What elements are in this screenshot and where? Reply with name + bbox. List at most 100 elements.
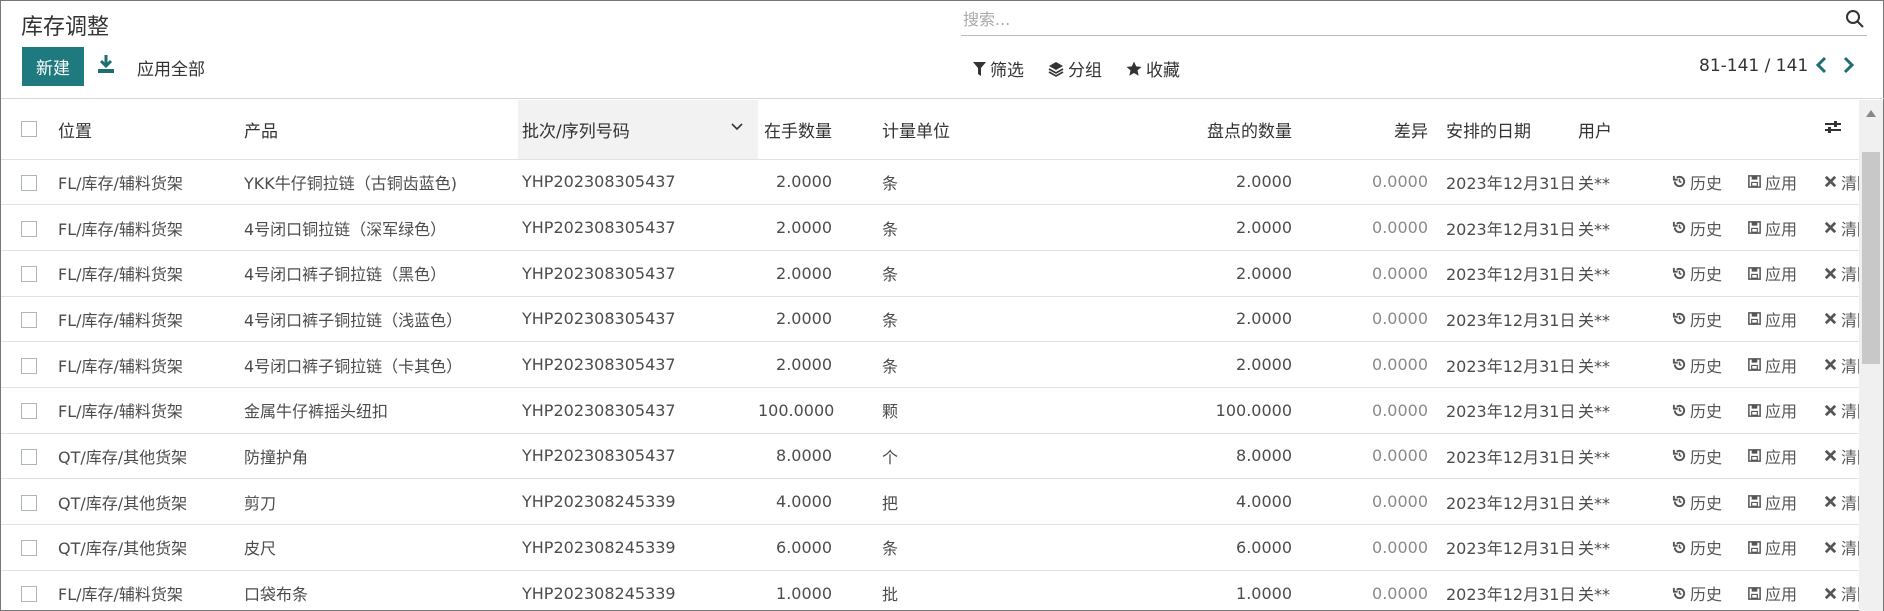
cell-lot[interactable]: YHP202308305437: [518, 159, 758, 206]
apply-all-button[interactable]: 应用全部: [137, 55, 205, 80]
row-checkbox[interactable]: [21, 311, 37, 328]
cell-location[interactable]: QT/库存/其他货架: [58, 478, 244, 525]
cell-product[interactable]: 皮尺: [244, 524, 518, 571]
history-button[interactable]: 历史: [1672, 581, 1722, 605]
cell-counted[interactable]: 8.0000: [1138, 433, 1298, 480]
cell-counted[interactable]: 2.0000: [1138, 296, 1298, 343]
cell-product[interactable]: 防撞护角: [244, 433, 518, 480]
cell-product[interactable]: 金属牛仔裤摇头纽扣: [244, 387, 518, 434]
scroll-up-icon[interactable]: [1865, 108, 1877, 118]
history-button[interactable]: 历史: [1672, 216, 1722, 240]
table-row[interactable]: FL/库存/辅料货架 4号闭口裤子铜拉链（浅蓝色） YHP202308305437 2…: [1, 296, 1859, 343]
cell-product[interactable]: 4号闭口铜拉链（深军绿色）: [244, 204, 518, 251]
cell-location[interactable]: FL/库存/辅料货架: [58, 341, 244, 388]
clear-button[interactable]: 清除: [1823, 490, 1859, 514]
table-row[interactable]: FL/库存/辅料货架 YKK牛仔铜拉链（古铜齿蓝色) YHP202308305437…: [1, 159, 1859, 206]
apply-button[interactable]: 应用: [1747, 581, 1797, 605]
cell-lot[interactable]: YHP202308305437: [518, 296, 758, 343]
cell-location[interactable]: QT/库存/其他货架: [58, 524, 244, 571]
clear-button[interactable]: 清除: [1823, 170, 1859, 194]
row-checkbox[interactable]: [21, 220, 37, 237]
favorites-toggle[interactable]: 收藏: [1126, 56, 1180, 81]
table-row[interactable]: FL/库存/辅料货架 金属牛仔裤摇头纽扣 YHP202308305437 100.00…: [1, 387, 1859, 434]
row-checkbox[interactable]: [21, 586, 37, 603]
cell-lot[interactable]: YHP202308305437: [518, 341, 758, 388]
apply-button[interactable]: 应用: [1747, 261, 1797, 285]
clear-button[interactable]: 清除: [1823, 216, 1859, 240]
col-on-hand[interactable]: 在手数量: [758, 100, 838, 160]
history-button[interactable]: 历史: [1672, 490, 1722, 514]
table-row[interactable]: FL/库存/辅料货架 口袋布条 YHP202308245339 1.0000 批 1.00…: [1, 570, 1859, 611]
col-diff[interactable]: 差异: [1298, 100, 1428, 160]
clear-button[interactable]: 清除: [1823, 398, 1859, 422]
group-by-toggle[interactable]: 分组: [1048, 56, 1102, 81]
cell-location[interactable]: FL/库存/辅料货架: [58, 204, 244, 251]
table-row[interactable]: QT/库存/其他货架 防撞护角 YHP202308305437 8.0000 个 8.00…: [1, 433, 1859, 480]
cell-location[interactable]: FL/库存/辅料货架: [58, 250, 244, 297]
col-date[interactable]: 安排的日期: [1428, 100, 1578, 160]
select-all-checkbox[interactable]: [21, 121, 37, 138]
cell-lot[interactable]: YHP202308245339: [518, 524, 758, 571]
table-row[interactable]: QT/库存/其他货架 皮尺 YHP202308245339 6.0000 条 6.0000…: [1, 524, 1859, 571]
col-lot[interactable]: 批次/序列号码: [518, 100, 758, 160]
cell-lot[interactable]: YHP202308305437: [518, 204, 758, 251]
clear-button[interactable]: 清除: [1823, 581, 1859, 605]
col-uom[interactable]: 计量单位: [838, 100, 1138, 160]
col-counted[interactable]: 盘点的数量: [1138, 100, 1298, 160]
table-row[interactable]: FL/库存/辅料货架 4号闭口铜拉链（深军绿色） YHP202308305437 2.…: [1, 204, 1859, 251]
history-button[interactable]: 历史: [1672, 307, 1722, 331]
search-icon[interactable]: [1845, 9, 1865, 29]
col-product[interactable]: 产品: [244, 100, 518, 160]
row-checkbox[interactable]: [21, 357, 37, 374]
chevron-right-icon[interactable]: [1839, 55, 1857, 75]
clear-button[interactable]: 清除: [1823, 353, 1859, 377]
row-checkbox[interactable]: [21, 540, 37, 557]
cell-lot[interactable]: YHP202308305437: [518, 387, 758, 434]
cell-counted[interactable]: 2.0000: [1138, 250, 1298, 297]
history-button[interactable]: 历史: [1672, 444, 1722, 468]
cell-counted[interactable]: 1.0000: [1138, 570, 1298, 611]
filter-toggle[interactable]: 筛选: [973, 56, 1024, 81]
history-button[interactable]: 历史: [1672, 353, 1722, 377]
cell-counted[interactable]: 4.0000: [1138, 478, 1298, 525]
clear-button[interactable]: 清除: [1823, 535, 1859, 559]
apply-button[interactable]: 应用: [1747, 444, 1797, 468]
cell-product[interactable]: 口袋布条: [244, 570, 518, 611]
table-row[interactable]: QT/库存/其他货架 剪刀 YHP202308245339 4.0000 把 4.0000…: [1, 478, 1859, 525]
download-icon[interactable]: [95, 53, 117, 75]
clear-button[interactable]: 清除: [1823, 307, 1859, 331]
cell-lot[interactable]: YHP202308305437: [518, 250, 758, 297]
cell-counted[interactable]: 2.0000: [1138, 204, 1298, 251]
row-checkbox[interactable]: [21, 403, 37, 420]
clear-button[interactable]: 清除: [1823, 261, 1859, 285]
history-button[interactable]: 历史: [1672, 261, 1722, 285]
clear-button[interactable]: 清除: [1823, 444, 1859, 468]
cell-product[interactable]: 4号闭口裤子铜拉链（浅蓝色）: [244, 296, 518, 343]
pager-value[interactable]: 81-141 / 141: [1699, 56, 1808, 76]
row-checkbox[interactable]: [21, 448, 37, 465]
new-button[interactable]: 新建: [22, 47, 84, 86]
apply-button[interactable]: 应用: [1747, 216, 1797, 240]
cell-lot[interactable]: YHP202308245339: [518, 478, 758, 525]
row-checkbox[interactable]: [21, 174, 37, 191]
scroll-thumb[interactable]: [1862, 152, 1880, 364]
cell-location[interactable]: QT/库存/其他货架: [58, 433, 244, 480]
apply-button[interactable]: 应用: [1747, 490, 1797, 514]
table-row[interactable]: FL/库存/辅料货架 4号闭口裤子铜拉链（黑色） YHP202308305437 2.…: [1, 250, 1859, 297]
cell-lot[interactable]: YHP202308305437: [518, 433, 758, 480]
history-button[interactable]: 历史: [1672, 398, 1722, 422]
table-row[interactable]: FL/库存/辅料货架 4号闭口裤子铜拉链（卡其色） YHP202308305437 2…: [1, 341, 1859, 388]
cell-location[interactable]: FL/库存/辅料货架: [58, 159, 244, 206]
chevron-left-icon[interactable]: [1813, 55, 1831, 75]
cell-counted[interactable]: 2.0000: [1138, 341, 1298, 388]
apply-button[interactable]: 应用: [1747, 170, 1797, 194]
cell-product[interactable]: YKK牛仔铜拉链（古铜齿蓝色): [244, 159, 518, 206]
cell-product[interactable]: 4号闭口裤子铜拉链（卡其色）: [244, 341, 518, 388]
apply-button[interactable]: 应用: [1747, 307, 1797, 331]
cell-location[interactable]: FL/库存/辅料货架: [58, 387, 244, 434]
col-location[interactable]: 位置: [58, 100, 244, 160]
cell-counted[interactable]: 100.0000: [1138, 387, 1298, 434]
cell-lot[interactable]: YHP202308245339: [518, 570, 758, 611]
search-input[interactable]: [961, 4, 1821, 34]
cell-counted[interactable]: 6.0000: [1138, 524, 1298, 571]
